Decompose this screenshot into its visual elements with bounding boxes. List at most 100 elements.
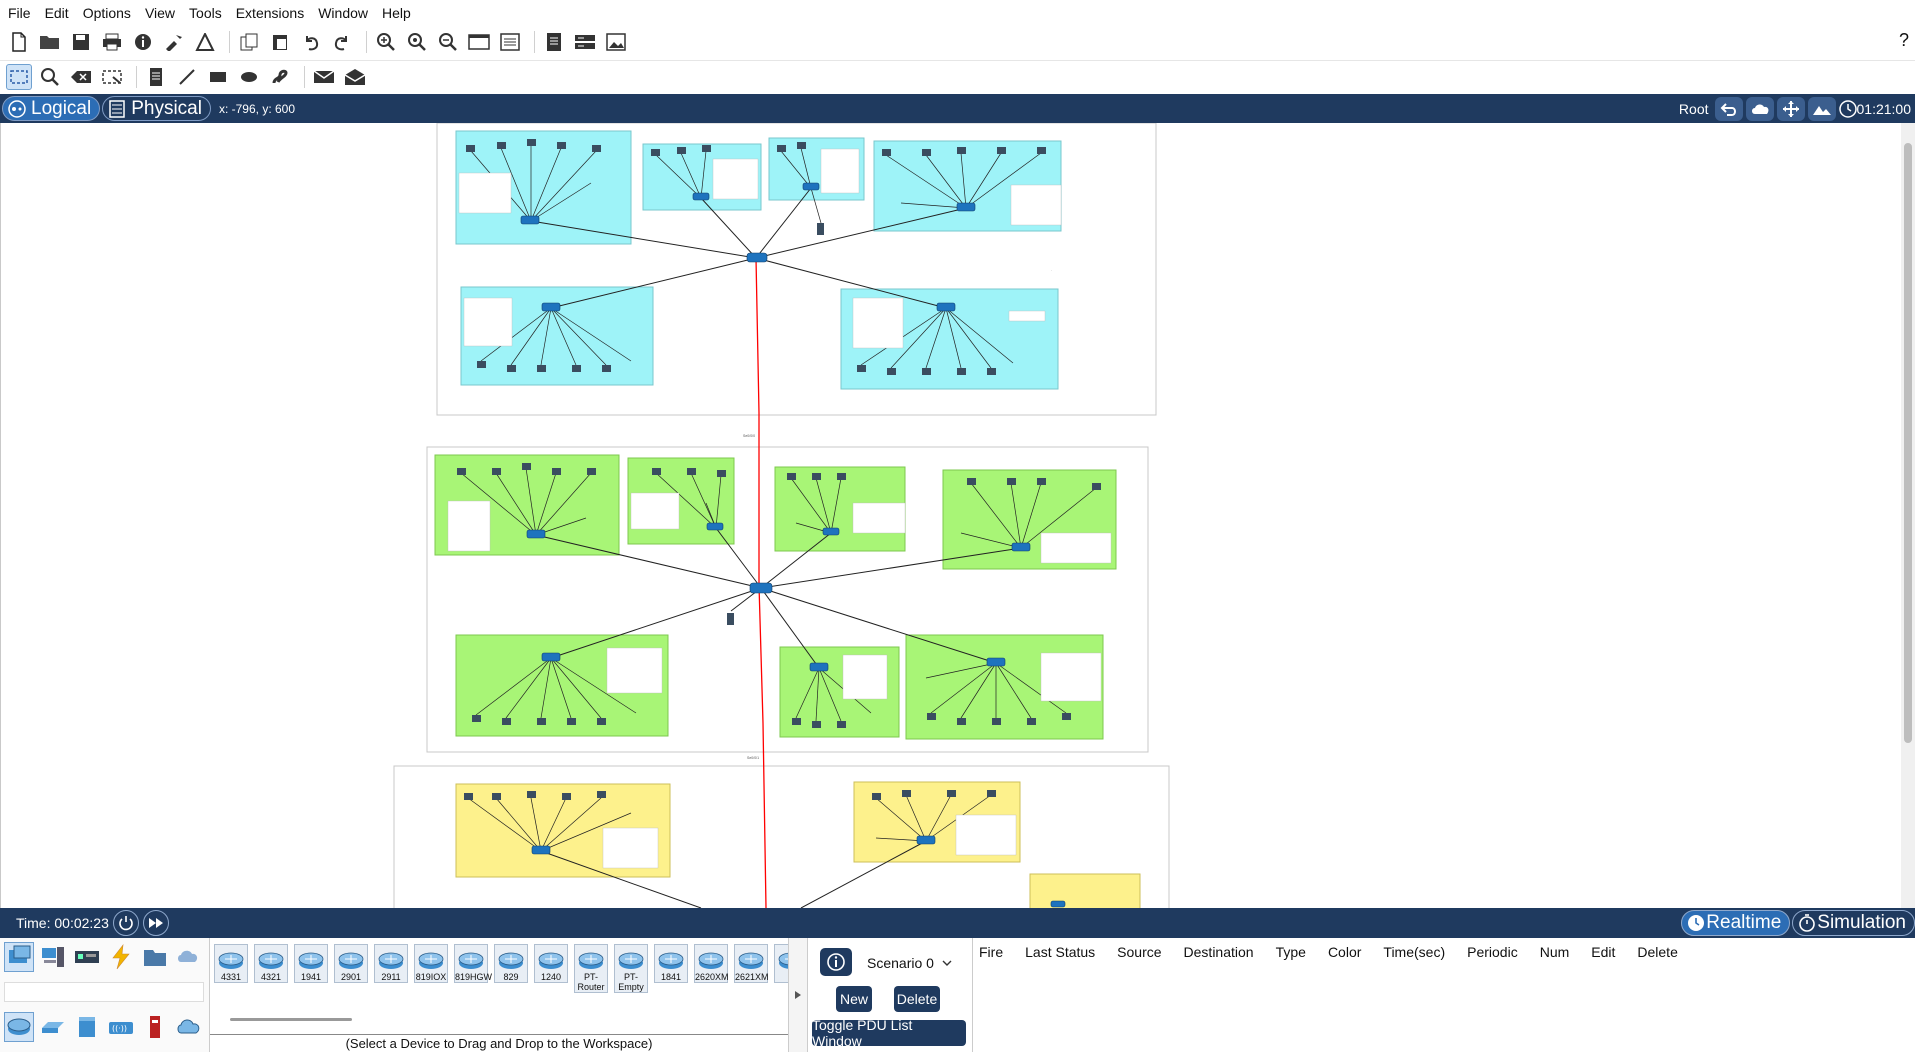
pdu-column-header[interactable]: Fire (979, 944, 1003, 960)
new-scenario-button[interactable]: New (836, 986, 872, 1012)
copy-icon[interactable] (236, 29, 262, 55)
menu-help[interactable]: Help (382, 5, 411, 21)
connections-icon[interactable] (106, 942, 136, 972)
routers-icon[interactable] (4, 1012, 34, 1042)
network-devices-icon[interactable] (4, 942, 34, 972)
info-icon[interactable] (130, 29, 156, 55)
select-tool-icon[interactable] (6, 63, 32, 90)
print-icon[interactable] (99, 29, 125, 55)
device-button[interactable]: 2911 (372, 944, 410, 993)
device-button[interactable]: 2620XM (692, 944, 730, 993)
components-icon[interactable] (72, 942, 102, 972)
pdu-column-header[interactable]: Periodic (1467, 944, 1518, 960)
device-button[interactable]: 2901 (332, 944, 370, 993)
new-cluster-cloud-icon[interactable] (1745, 96, 1774, 121)
menu-edit[interactable]: Edit (45, 5, 69, 21)
multiuser-icon[interactable] (174, 942, 204, 972)
menu-extensions[interactable]: Extensions (236, 5, 304, 21)
redo-icon[interactable] (329, 29, 355, 55)
tab-physical[interactable]: Physical (102, 96, 211, 121)
tab-logical[interactable]: Logical (2, 96, 101, 121)
move-object-icon[interactable] (1776, 96, 1805, 121)
resize-tool-icon[interactable] (99, 64, 125, 90)
rectangle-tool-icon[interactable] (205, 64, 231, 90)
security-icon[interactable] (140, 1012, 170, 1042)
inspect-tool-icon[interactable] (37, 64, 63, 90)
pdu-column-header[interactable]: Type (1276, 944, 1306, 960)
delete-tool-icon[interactable] (68, 64, 94, 90)
zoom-in-icon[interactable] (373, 29, 399, 55)
help-question-icon[interactable]: ? (1899, 30, 1909, 51)
custom-devices-dialog-icon[interactable] (497, 29, 523, 55)
miscellaneous-icon[interactable] (140, 942, 170, 972)
wan-emulation-icon[interactable] (174, 1012, 204, 1042)
menu-options[interactable]: Options (83, 5, 131, 21)
switches-icon[interactable] (38, 1012, 68, 1042)
set-background-icon[interactable] (1807, 96, 1836, 121)
toggle-pdu-list-button[interactable]: Toggle PDU List Window (812, 1017, 966, 1049)
yellow-zone[interactable] (455, 781, 1141, 908)
freeform-tool-icon[interactable] (267, 64, 293, 90)
device-list-scrollbar[interactable] (230, 1018, 352, 1021)
pdu-column-header[interactable]: Time(sec) (1383, 944, 1445, 960)
ellipse-tool-icon[interactable] (236, 64, 262, 90)
image-icon[interactable] (603, 29, 629, 55)
simulation-mode-button[interactable]: Simulation (1792, 910, 1915, 936)
fast-forward-icon[interactable] (142, 910, 169, 936)
device-button[interactable]: 819IOX (412, 944, 450, 993)
pdu-column-header[interactable]: Last Status (1025, 944, 1095, 960)
device-button[interactable]: 1841 (652, 944, 690, 993)
scenario-info-icon[interactable] (820, 948, 852, 976)
new-file-icon[interactable] (6, 29, 32, 55)
wireless-icon[interactable]: ((·)) (106, 1012, 136, 1042)
workspace-vertical-scrollbar[interactable] (1901, 123, 1915, 908)
delete-scenario-button[interactable]: Delete (894, 986, 940, 1012)
menu-tools[interactable]: Tools (189, 5, 222, 21)
pdu-column-header[interactable]: Num (1540, 944, 1570, 960)
undo-icon[interactable] (298, 29, 324, 55)
device-button[interactable]: PT-Router (572, 944, 610, 993)
device-button[interactable]: 2621XM (732, 944, 770, 993)
menu-window[interactable]: Window (318, 5, 368, 21)
device-button[interactable]: 819HGW (452, 944, 492, 993)
note-tool-icon[interactable] (143, 64, 169, 90)
scenario-select[interactable]: Scenario 0 (863, 952, 953, 974)
menu-file[interactable]: File (8, 5, 31, 21)
line-tool-icon[interactable] (174, 64, 200, 90)
realtime-mode-button[interactable]: Realtime (1681, 910, 1791, 936)
device-button[interactable]: PT-Empty (612, 944, 650, 993)
pdu-column-header[interactable]: Color (1328, 944, 1361, 960)
back-arrow-icon[interactable] (1714, 96, 1743, 121)
panel-splitter[interactable] (788, 938, 808, 1052)
hubs-icon[interactable] (72, 1012, 102, 1042)
network-info-icon[interactable] (572, 29, 598, 55)
device-button[interactable]: 1240 (532, 944, 570, 993)
device-button[interactable]: 829 (492, 944, 530, 993)
pdu-column-header[interactable]: Edit (1591, 944, 1615, 960)
pdu-column-header[interactable]: Source (1117, 944, 1161, 960)
logical-workspace[interactable]: Se0/0/0 Se0/0/1 . (0, 123, 1915, 908)
activity-wizard-icon[interactable] (161, 29, 187, 55)
zoom-out-icon[interactable] (435, 29, 461, 55)
simple-pdu-icon[interactable] (311, 64, 337, 90)
save-icon[interactable] (68, 29, 94, 55)
device-button[interactable]: 4331 (212, 944, 250, 993)
network-topology[interactable]: Se0/0/0 Se0/0/1 . (1, 123, 1901, 908)
pdu-column-header[interactable]: Destination (1184, 944, 1254, 960)
end-devices-icon[interactable] (38, 942, 68, 972)
viewport-icon[interactable] (541, 29, 567, 55)
zoom-reset-icon[interactable] (404, 29, 430, 55)
cyan-zone[interactable] (455, 130, 1062, 390)
green-zone[interactable] (434, 454, 1117, 740)
menu-view[interactable]: View (145, 5, 175, 21)
custom-device-icon[interactable] (192, 29, 218, 55)
drawing-palette-icon[interactable] (466, 29, 492, 55)
complex-pdu-icon[interactable] (342, 64, 368, 90)
power-cycle-icon[interactable] (112, 910, 139, 936)
device-button[interactable]: 1941 (292, 944, 330, 993)
device-button[interactable]: 4321 (252, 944, 290, 993)
pdu-column-header[interactable]: Delete (1637, 944, 1677, 960)
scrollbar-thumb[interactable] (1904, 143, 1912, 743)
open-folder-icon[interactable] (37, 29, 63, 55)
paste-icon[interactable] (267, 29, 293, 55)
